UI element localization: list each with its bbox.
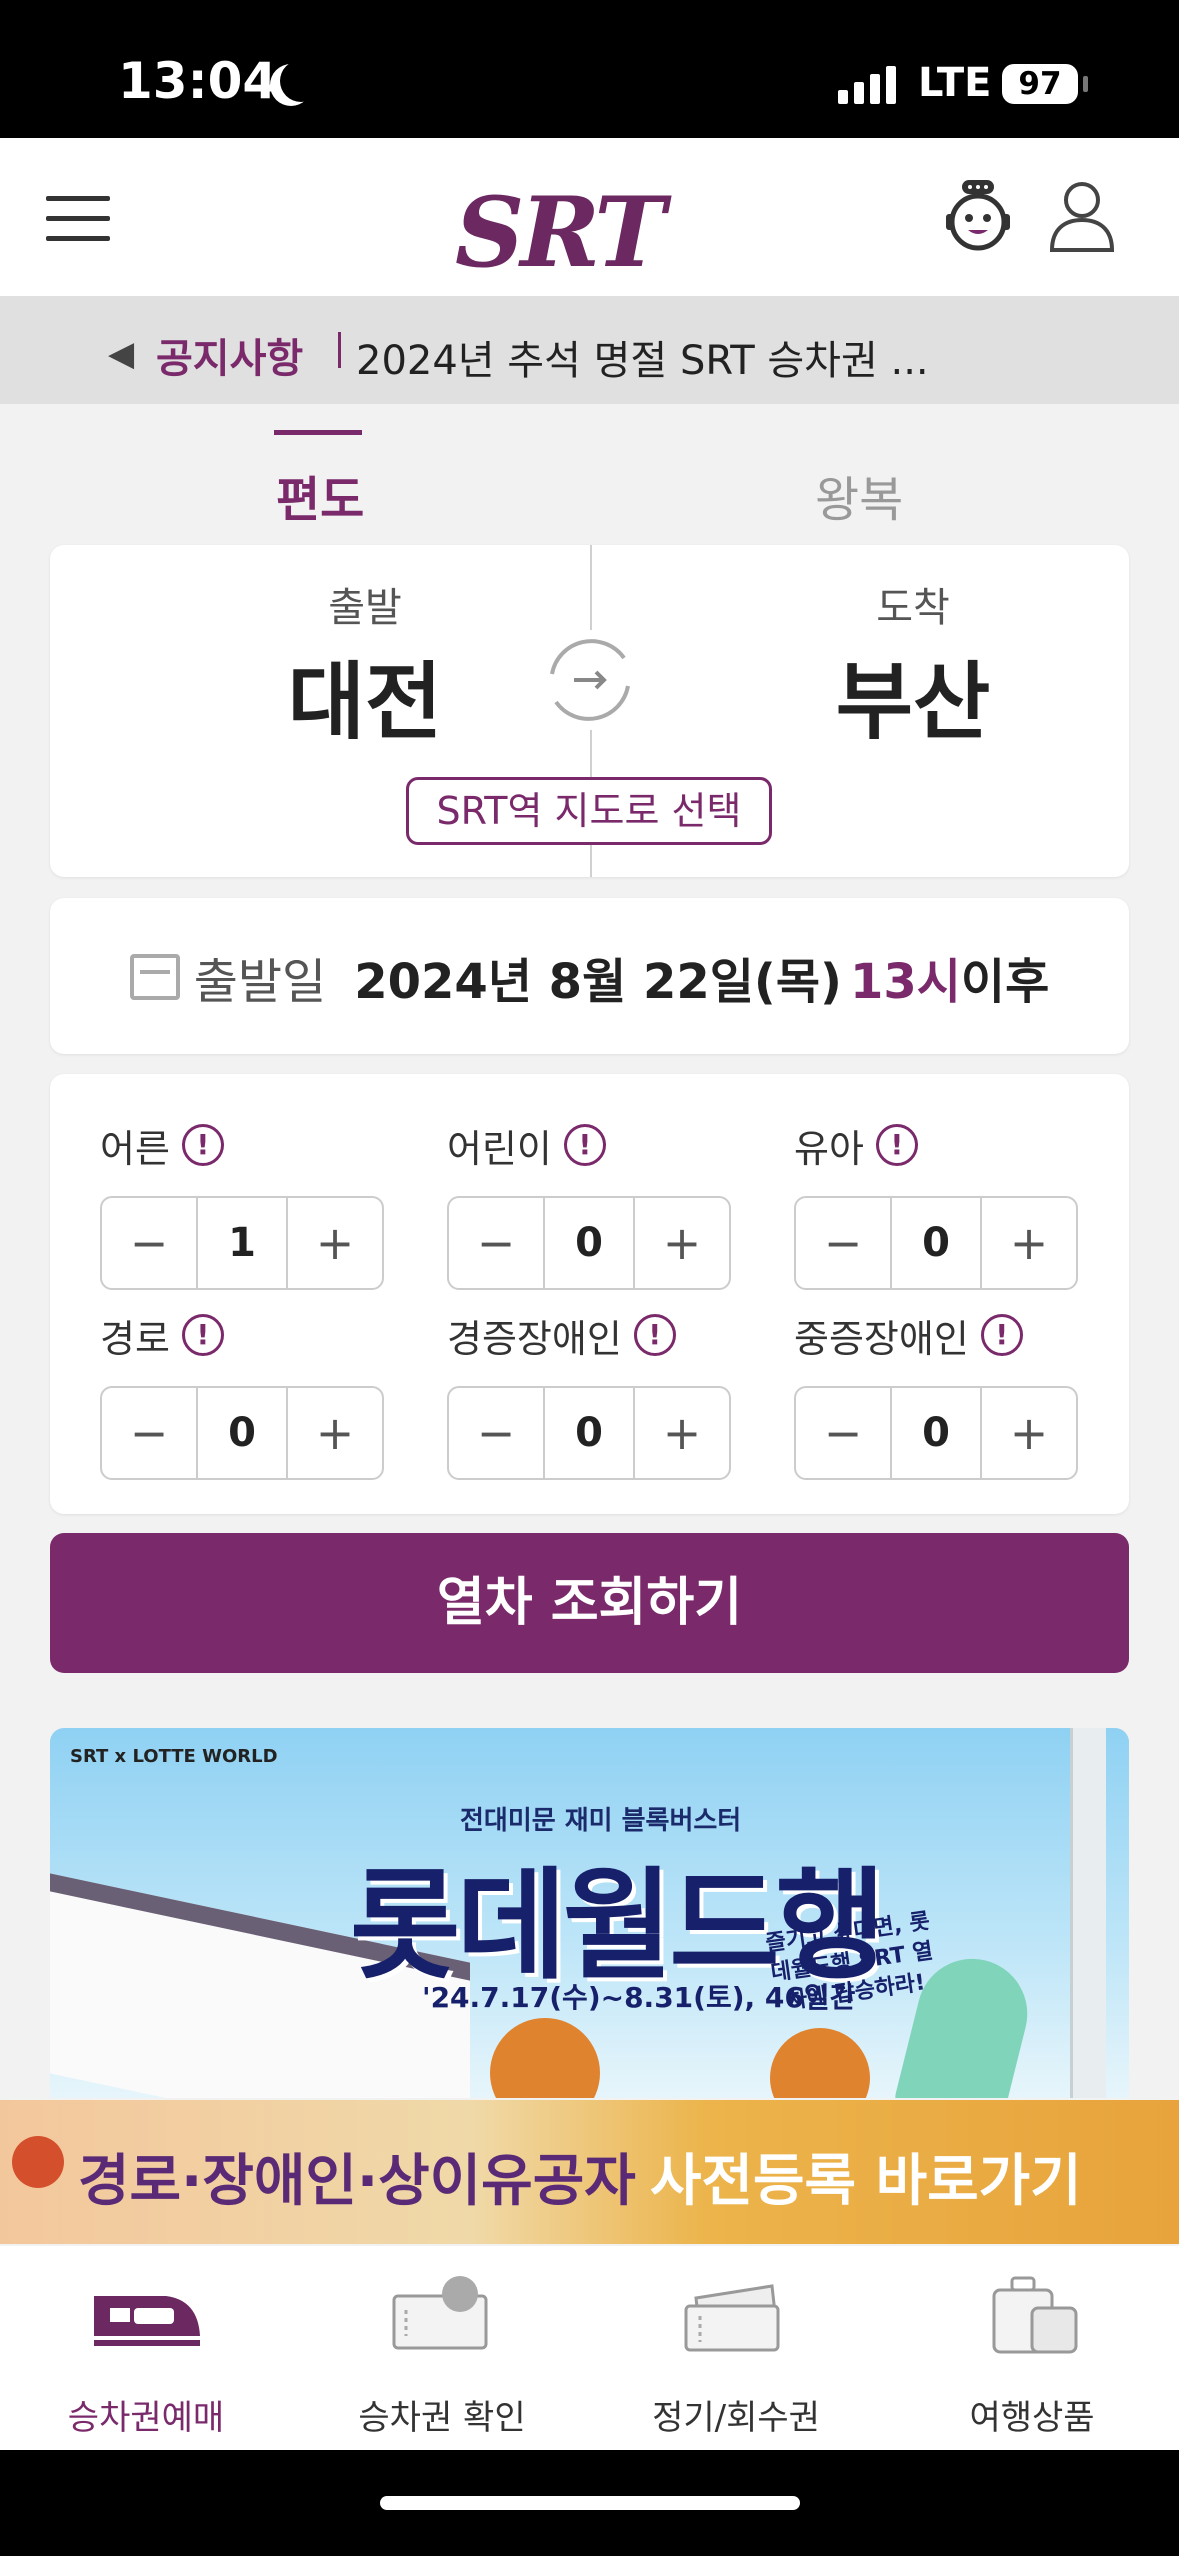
minus-button[interactable]: −	[102, 1388, 196, 1478]
pole-illustration	[1070, 1728, 1106, 2098]
passenger-mild-disability: 경증장애인! −0 +	[447, 1310, 737, 1480]
passenger-count: 0	[890, 1198, 982, 1288]
info-icon[interactable]: !	[181, 1314, 224, 1356]
signal-icon	[838, 62, 896, 104]
minus-button[interactable]: −	[102, 1198, 196, 1288]
tab-label: 정기/회수권	[652, 2398, 820, 2438]
menu-icon[interactable]	[46, 196, 110, 242]
passenger-label: 어른	[100, 1126, 170, 1171]
quantity-stepper: −1 +	[100, 1196, 384, 1290]
luggage-icon	[992, 2276, 1078, 2354]
tab-label: 승차권 확인	[358, 2398, 526, 2438]
status-time: 13:04	[118, 52, 278, 110]
passenger-card: 어른! −1 + 어린이! −0 + 유아! −0 + 경로! −0 + 경증장애인! …	[50, 1074, 1129, 1514]
tab-travel-products[interactable]: 여행상품	[922, 2276, 1142, 2439]
departure-label: 출발	[328, 585, 402, 631]
passenger-child: 어린이! −0 +	[447, 1120, 737, 1290]
passenger-label: 중증장애인	[794, 1316, 969, 1361]
notice-divider	[338, 332, 341, 368]
route-card: 출발 대전 도착 부산 SRT역 지도로 선택	[50, 545, 1129, 877]
departure-station[interactable]: 대전	[215, 635, 515, 756]
registration-strip-banner[interactable]: 경로·장애인·상이유공자 사전등록 바로가기	[0, 2100, 1179, 2244]
passenger-adult: 어른! −1 +	[100, 1120, 390, 1290]
info-icon[interactable]: !	[633, 1314, 676, 1356]
bottom-tab-bar: 승차권예매 승차권 확인 정기/회수권 여행상품	[0, 2246, 1179, 2450]
battery-icon: 97	[1002, 64, 1088, 104]
info-icon[interactable]: !	[181, 1124, 224, 1166]
search-trains-button[interactable]: 열차 조회하기	[50, 1533, 1129, 1673]
arrival-label: 도착	[876, 585, 950, 631]
minus-button[interactable]: −	[449, 1388, 543, 1478]
tab-label: 여행상품	[969, 2398, 1095, 2438]
date-label: 출발일	[193, 954, 327, 1010]
user-icon[interactable]	[1044, 178, 1120, 254]
minus-button[interactable]: −	[796, 1198, 890, 1288]
plus-button[interactable]: +	[982, 1198, 1076, 1288]
tab-pass-tickets[interactable]: 정기/회수권	[626, 2276, 846, 2439]
info-icon[interactable]: !	[563, 1124, 606, 1166]
network-label: LTE	[918, 60, 992, 106]
info-icon[interactable]: !	[980, 1314, 1023, 1356]
quantity-stepper: −0 +	[794, 1386, 1078, 1480]
swap-stations-icon[interactable]	[540, 630, 640, 730]
passenger-count: 0	[543, 1198, 635, 1288]
quantity-stepper: −0 +	[447, 1196, 731, 1290]
train-ticket-icon	[94, 2296, 200, 2346]
date-card[interactable]: 출발일 2024년 8월 22일(목) 13시 이후	[50, 898, 1129, 1054]
quantity-stepper: −0 +	[794, 1196, 1078, 1290]
passenger-senior: 경로! −0 +	[100, 1310, 390, 1480]
tab-label: 승차권예매	[67, 2398, 225, 2438]
banner-brand: SRT x LOTTE WORLD	[70, 1746, 278, 1767]
tab-ticket-check[interactable]: 승차권 확인	[332, 2276, 552, 2439]
calendar-icon	[129, 954, 180, 1000]
passenger-count: 0	[543, 1388, 635, 1478]
passenger-count: 0	[196, 1388, 288, 1478]
strip-text-secondary: 사전등록 바로가기	[650, 2149, 1082, 2214]
promo-banner[interactable]: SRT x LOTTE WORLD 전대미문 재미 블록버스터 롯데월드행 '2…	[50, 1728, 1129, 2098]
plus-button[interactable]: +	[635, 1198, 729, 1288]
trip-type-tabs: 편도 왕복	[0, 430, 1179, 530]
tab-round-trip[interactable]: 왕복	[815, 460, 903, 530]
passenger-count: 0	[890, 1388, 982, 1478]
quantity-stepper: −0 +	[100, 1386, 384, 1480]
status-bar: 13:04 LTE 97	[0, 0, 1179, 138]
passenger-label: 경증장애인	[447, 1316, 622, 1361]
home-indicator	[0, 2450, 1179, 2556]
app-header: SRT	[0, 138, 1179, 296]
srt-logo[interactable]: SRT	[455, 176, 666, 289]
plus-button[interactable]: +	[288, 1198, 382, 1288]
moon-icon	[280, 60, 322, 102]
plus-button[interactable]: +	[982, 1388, 1076, 1478]
minus-button[interactable]: −	[449, 1198, 543, 1288]
map-select-button[interactable]: SRT역 지도로 선택	[406, 777, 772, 845]
passenger-severe-disability: 중증장애인! −0 +	[794, 1310, 1084, 1480]
ticket-check-icon	[392, 2276, 488, 2350]
chatbot-icon[interactable]	[940, 178, 1016, 254]
tab-ticket-booking[interactable]: 승차권예매	[36, 2276, 256, 2439]
plus-button[interactable]: +	[635, 1388, 729, 1478]
passenger-label: 어린이	[447, 1126, 552, 1171]
passenger-label: 경로	[100, 1316, 170, 1361]
pass-ticket-icon	[684, 2284, 780, 2352]
date-suffix: 이후	[960, 954, 1050, 1010]
date-value[interactable]: 2024년 8월 22일(목)	[354, 942, 842, 1012]
passenger-label: 유아	[794, 1126, 864, 1171]
minus-button[interactable]: −	[796, 1388, 890, 1478]
quantity-stepper: −0 +	[447, 1386, 731, 1480]
notice-text[interactable]: 2024년 추석 명절 SRT 승차권 ...	[356, 328, 929, 386]
plus-button[interactable]: +	[288, 1388, 382, 1478]
mascot-illustration	[770, 2028, 870, 2098]
arrival-station[interactable]: 부산	[763, 635, 1063, 756]
strip-text-primary: 경로·장애인·상이유공자	[78, 2149, 636, 2214]
speaker-icon: ◀	[108, 334, 135, 374]
passenger-count: 1	[196, 1198, 288, 1288]
tab-one-way[interactable]: 편도	[273, 430, 364, 530]
notice-bar[interactable]: ◀ 공지사항 2024년 추석 명절 SRT 승차권 ...	[0, 296, 1179, 404]
info-icon[interactable]: !	[875, 1124, 918, 1166]
passenger-infant: 유아! −0 +	[794, 1120, 1084, 1290]
mascot-illustration	[490, 2018, 600, 2098]
flower-icon	[12, 2136, 64, 2188]
date-hour[interactable]: 13시	[850, 942, 961, 1012]
notice-label: 공지사항	[156, 336, 304, 382]
